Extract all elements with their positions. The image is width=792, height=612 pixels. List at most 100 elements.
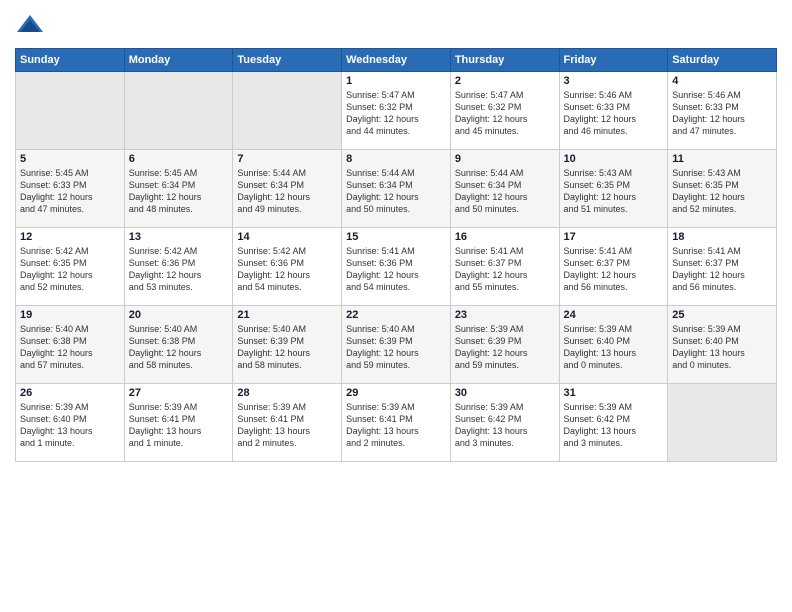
calendar-cell: 23Sunrise: 5:39 AM Sunset: 6:39 PM Dayli… bbox=[450, 306, 559, 384]
calendar-cell: 20 Sunrise: 5:40 AM Sunset: 6:38 PM Dayli… bbox=[124, 306, 233, 384]
header-cell-saturday: Saturday bbox=[668, 49, 777, 72]
header-row: SundayMondayTuesdayWednesdayThursdayFrid… bbox=[16, 49, 777, 72]
day-number: 14 bbox=[237, 231, 337, 243]
calendar-cell: 6 Sunrise: 5:45 AM Sunset: 6:34 PM Daylig… bbox=[124, 150, 233, 228]
day-number: 11 bbox=[672, 153, 772, 165]
day-number: 26 bbox=[20, 387, 120, 399]
day-number: 30 bbox=[455, 387, 555, 399]
week-row-5: 26 Sunrise: 5:39 AM Sunset: 6:40 PM Dayli… bbox=[16, 384, 777, 462]
day-info: Sunrise: 5:40 AM Sunset: 6:39 PM Dayligh… bbox=[346, 323, 446, 372]
header-cell-friday: Friday bbox=[559, 49, 668, 72]
day-number: 10 bbox=[564, 153, 664, 165]
day-number: 18 bbox=[672, 231, 772, 243]
day-number: 17 bbox=[564, 231, 664, 243]
day-number: 5 bbox=[20, 153, 120, 165]
calendar-cell: 15 Sunrise: 5:41 AM Sunset: 6:36 PM Dayli… bbox=[342, 228, 451, 306]
day-info: Sunrise: 5:40 AM Sunset: 6:39 PM Dayligh… bbox=[237, 323, 337, 372]
day-number: 4 bbox=[672, 75, 772, 87]
day-number: 22 bbox=[346, 309, 446, 321]
day-info: Sunrise: 5:39 AM Sunset: 6:40 PM Dayligh… bbox=[672, 323, 772, 372]
day-number: 23 bbox=[455, 309, 555, 321]
day-info: Sunrise: 5:40 AM Sunset: 6:38 PM Dayligh… bbox=[20, 323, 120, 372]
day-number: 15 bbox=[346, 231, 446, 243]
calendar-cell: 21 Sunrise: 5:40 AM Sunset: 6:39 PM Dayli… bbox=[233, 306, 342, 384]
day-info: Sunrise: 5:46 AM Sunset: 6:33 PM Dayligh… bbox=[564, 89, 664, 138]
calendar-table: SundayMondayTuesdayWednesdayThursdayFrid… bbox=[15, 48, 777, 462]
day-info: Sunrise: 5:45 AM Sunset: 6:34 PM Dayligh… bbox=[129, 167, 229, 216]
day-number: 6 bbox=[129, 153, 229, 165]
week-row-2: 5 Sunrise: 5:45 AM Sunset: 6:33 PM Daylig… bbox=[16, 150, 777, 228]
day-number: 16 bbox=[455, 231, 555, 243]
calendar-cell: 7Sunrise: 5:44 AM Sunset: 6:34 PM Daylig… bbox=[233, 150, 342, 228]
day-number: 19 bbox=[20, 309, 120, 321]
calendar-cell: 27 Sunrise: 5:39 AM Sunset: 6:41 PM Dayli… bbox=[124, 384, 233, 462]
header-cell-thursday: Thursday bbox=[450, 49, 559, 72]
calendar-cell: 10 Sunrise: 5:43 AM Sunset: 6:35 PM Dayli… bbox=[559, 150, 668, 228]
calendar-cell bbox=[668, 384, 777, 462]
day-info: Sunrise: 5:44 AM Sunset: 6:34 PM Dayligh… bbox=[455, 167, 555, 216]
day-number: 3 bbox=[564, 75, 664, 87]
day-info: Sunrise: 5:43 AM Sunset: 6:35 PM Dayligh… bbox=[564, 167, 664, 216]
day-info: Sunrise: 5:39 AM Sunset: 6:41 PM Dayligh… bbox=[237, 401, 337, 450]
day-info: Sunrise: 5:41 AM Sunset: 6:37 PM Dayligh… bbox=[455, 245, 555, 294]
day-info: Sunrise: 5:42 AM Sunset: 6:36 PM Dayligh… bbox=[129, 245, 229, 294]
day-info: Sunrise: 5:44 AM Sunset: 6:34 PM Dayligh… bbox=[346, 167, 446, 216]
header-cell-monday: Monday bbox=[124, 49, 233, 72]
day-number: 2 bbox=[455, 75, 555, 87]
day-number: 28 bbox=[237, 387, 337, 399]
day-info: Sunrise: 5:47 AM Sunset: 6:32 PM Dayligh… bbox=[346, 89, 446, 138]
day-info: Sunrise: 5:45 AM Sunset: 6:33 PM Dayligh… bbox=[20, 167, 120, 216]
day-number: 13 bbox=[129, 231, 229, 243]
day-number: 29 bbox=[346, 387, 446, 399]
calendar-cell: 31 Sunrise: 5:39 AM Sunset: 6:42 PM Dayli… bbox=[559, 384, 668, 462]
day-number: 20 bbox=[129, 309, 229, 321]
calendar-cell: 26 Sunrise: 5:39 AM Sunset: 6:40 PM Dayli… bbox=[16, 384, 125, 462]
day-number: 1 bbox=[346, 75, 446, 87]
calendar-cell: 28 Sunrise: 5:39 AM Sunset: 6:41 PM Dayli… bbox=[233, 384, 342, 462]
day-info: Sunrise: 5:39 AM Sunset: 6:42 PM Dayligh… bbox=[455, 401, 555, 450]
calendar-cell: 29 Sunrise: 5:39 AM Sunset: 6:41 PM Dayli… bbox=[342, 384, 451, 462]
day-info: Sunrise: 5:43 AM Sunset: 6:35 PM Dayligh… bbox=[672, 167, 772, 216]
day-number: 8 bbox=[346, 153, 446, 165]
calendar-cell: 3 Sunrise: 5:46 AM Sunset: 6:33 PM Daylig… bbox=[559, 72, 668, 150]
day-number: 27 bbox=[129, 387, 229, 399]
day-info: Sunrise: 5:41 AM Sunset: 6:36 PM Dayligh… bbox=[346, 245, 446, 294]
day-info: Sunrise: 5:39 AM Sunset: 6:41 PM Dayligh… bbox=[129, 401, 229, 450]
day-info: Sunrise: 5:39 AM Sunset: 6:42 PM Dayligh… bbox=[564, 401, 664, 450]
day-number: 7 bbox=[237, 153, 337, 165]
calendar-cell: 14 Sunrise: 5:42 AM Sunset: 6:36 PM Dayli… bbox=[233, 228, 342, 306]
calendar-cell: 25Sunrise: 5:39 AM Sunset: 6:40 PM Dayli… bbox=[668, 306, 777, 384]
day-number: 31 bbox=[564, 387, 664, 399]
logo-icon bbox=[15, 10, 45, 40]
day-info: Sunrise: 5:40 AM Sunset: 6:38 PM Dayligh… bbox=[129, 323, 229, 372]
header-cell-sunday: Sunday bbox=[16, 49, 125, 72]
calendar-cell bbox=[233, 72, 342, 150]
day-info: Sunrise: 5:41 AM Sunset: 6:37 PM Dayligh… bbox=[564, 245, 664, 294]
header-cell-tuesday: Tuesday bbox=[233, 49, 342, 72]
header bbox=[15, 10, 777, 40]
day-number: 21 bbox=[237, 309, 337, 321]
day-info: Sunrise: 5:39 AM Sunset: 6:40 PM Dayligh… bbox=[20, 401, 120, 450]
day-info: Sunrise: 5:39 AM Sunset: 6:41 PM Dayligh… bbox=[346, 401, 446, 450]
calendar-cell: 11 Sunrise: 5:43 AM Sunset: 6:35 PM Dayli… bbox=[668, 150, 777, 228]
calendar-cell: 13 Sunrise: 5:42 AM Sunset: 6:36 PM Dayli… bbox=[124, 228, 233, 306]
calendar-cell: 2 Sunrise: 5:47 AM Sunset: 6:32 PM Daylig… bbox=[450, 72, 559, 150]
calendar-cell: 12Sunrise: 5:42 AM Sunset: 6:35 PM Dayli… bbox=[16, 228, 125, 306]
day-info: Sunrise: 5:42 AM Sunset: 6:35 PM Dayligh… bbox=[20, 245, 120, 294]
calendar-cell bbox=[124, 72, 233, 150]
week-row-3: 12Sunrise: 5:42 AM Sunset: 6:35 PM Dayli… bbox=[16, 228, 777, 306]
calendar-cell: 1 Sunrise: 5:47 AM Sunset: 6:32 PM Daylig… bbox=[342, 72, 451, 150]
day-number: 24 bbox=[564, 309, 664, 321]
calendar-cell: 18 Sunrise: 5:41 AM Sunset: 6:37 PM Dayli… bbox=[668, 228, 777, 306]
calendar-cell: 30 Sunrise: 5:39 AM Sunset: 6:42 PM Dayli… bbox=[450, 384, 559, 462]
calendar-cell bbox=[16, 72, 125, 150]
calendar-cell: 16 Sunrise: 5:41 AM Sunset: 6:37 PM Dayli… bbox=[450, 228, 559, 306]
day-info: Sunrise: 5:41 AM Sunset: 6:37 PM Dayligh… bbox=[672, 245, 772, 294]
week-row-1: 1 Sunrise: 5:47 AM Sunset: 6:32 PM Daylig… bbox=[16, 72, 777, 150]
day-info: Sunrise: 5:47 AM Sunset: 6:32 PM Dayligh… bbox=[455, 89, 555, 138]
day-info: Sunrise: 5:46 AM Sunset: 6:33 PM Dayligh… bbox=[672, 89, 772, 138]
logo bbox=[15, 10, 49, 40]
calendar-cell: 8 Sunrise: 5:44 AM Sunset: 6:34 PM Daylig… bbox=[342, 150, 451, 228]
day-info: Sunrise: 5:42 AM Sunset: 6:36 PM Dayligh… bbox=[237, 245, 337, 294]
header-cell-wednesday: Wednesday bbox=[342, 49, 451, 72]
